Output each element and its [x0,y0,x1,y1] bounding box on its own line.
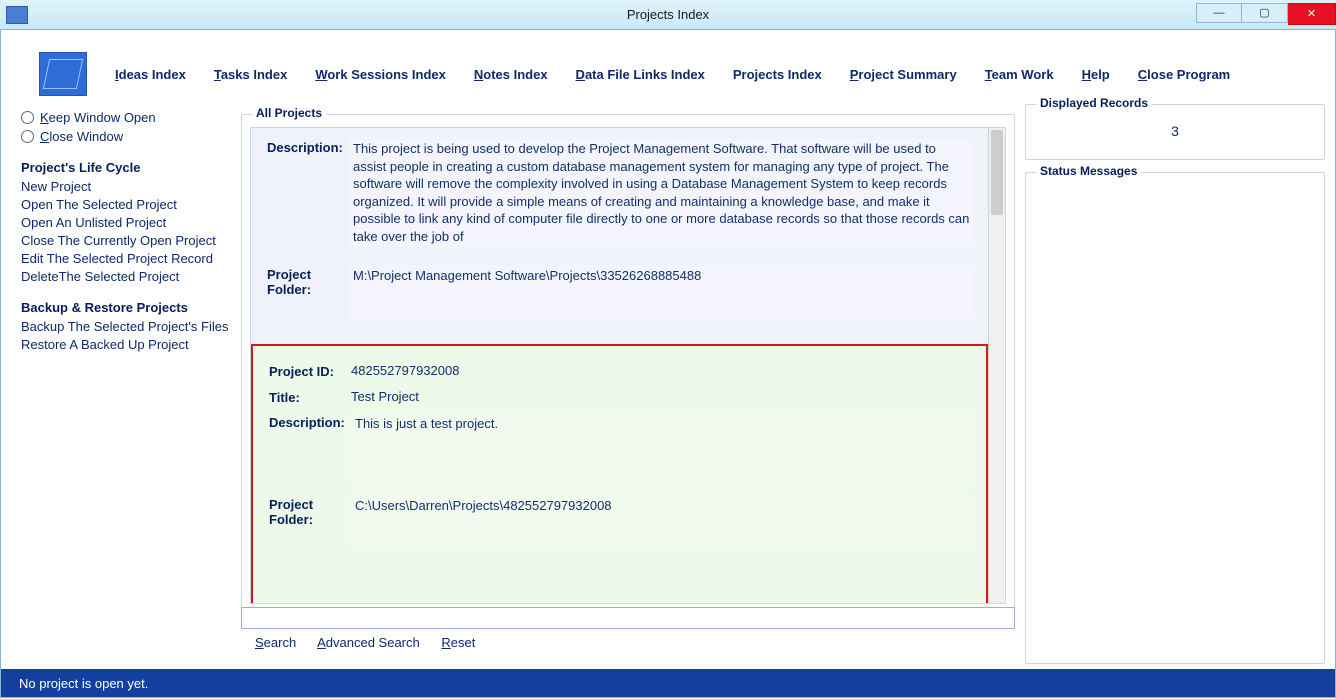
link-new-project[interactable]: New Project [21,179,231,194]
menubar: Ideas Index Tasks Index Work Sessions In… [1,30,1335,104]
maximize-button[interactable]: ▢ [1242,3,1288,23]
search-input[interactable] [241,607,1015,629]
advanced-search-link[interactable]: Advanced Search [317,635,420,650]
lifecycle-header: Project's Life Cycle [21,160,231,175]
reset-link[interactable]: Reset [441,635,475,650]
link-open-selected-project[interactable]: Open The Selected Project [21,197,231,212]
project-id: 482552797932008 [351,362,972,380]
status-messages-box: Status Messages [1025,172,1325,664]
menu-close-program[interactable]: Close Program [1138,67,1230,82]
menu-project-summary[interactable]: Project Summary [850,67,957,82]
statusbar-text: No project is open yet. [19,676,148,691]
radio-icon [21,111,34,124]
statusbar: No project is open yet. [1,669,1335,697]
project-description: This project is being used to develop th… [349,138,974,247]
link-close-open-project[interactable]: Close The Currently Open Project [21,233,231,248]
field-label-project-id: Project ID: [269,362,351,379]
scrollbar-vertical[interactable] [988,128,1005,603]
project-description: This is just a test project. [351,413,972,485]
displayed-records-legend: Displayed Records [1036,96,1152,110]
field-label-description: Description: [267,138,349,155]
menu-work-sessions-index[interactable]: Work Sessions Index [315,67,446,82]
link-open-unlisted-project[interactable]: Open An Unlisted Project [21,215,231,230]
minimize-button[interactable]: — [1196,3,1242,23]
link-delete-selected-project[interactable]: DeleteThe Selected Project [21,269,231,284]
menu-ideas-index[interactable]: Ideas Index [115,67,186,82]
radio-icon [21,130,34,143]
right-pane: Displayed Records 3 Status Messages [1025,104,1325,667]
project-card-selected[interactable]: Project ID: 482552797932008 Title: Test … [251,344,988,603]
menu-tasks-index[interactable]: Tasks Index [214,67,287,82]
menu-notes-index[interactable]: Notes Index [474,67,548,82]
window-title: Projects Index [0,7,1336,22]
menu-team-work[interactable]: Team Work [985,67,1054,82]
menu-data-file-links-index[interactable]: Data File Links Index [576,67,705,82]
field-label-folder: Project Folder: [267,265,349,297]
titlebar: Projects Index — ▢ ✕ [0,0,1336,30]
link-restore-backup[interactable]: Restore A Backed Up Project [21,337,231,352]
backup-header: Backup & Restore Projects [21,300,231,315]
sidebar: Keep Window Open Close Window Project's … [21,104,231,667]
app-icon [6,6,28,24]
all-projects-legend: All Projects [252,106,326,120]
search-area: Search Advanced Search Reset [241,607,1015,667]
displayed-records-value: 3 [1034,123,1316,139]
scrollbar-thumb[interactable] [991,130,1003,215]
radio-close-window[interactable]: Close Window [21,129,231,144]
link-edit-selected-project[interactable]: Edit The Selected Project Record [21,251,231,266]
project-card[interactable]: Description: This project is being used … [251,128,988,344]
center-pane: All Projects Description: This project i… [241,104,1015,667]
projects-scrollpane: Description: This project is being used … [250,127,1006,604]
displayed-records-box: Displayed Records 3 [1025,104,1325,160]
field-label-folder: Project Folder: [269,495,351,527]
menu-projects-index[interactable]: Projects Index [733,67,822,82]
logo-icon [39,52,87,96]
menu-help[interactable]: Help [1082,67,1110,82]
status-messages-legend: Status Messages [1036,164,1141,178]
field-label-title: Title: [269,388,351,405]
search-link[interactable]: Search [255,635,296,650]
client-area: Ideas Index Tasks Index Work Sessions In… [0,30,1336,698]
close-button[interactable]: ✕ [1288,3,1336,25]
window-controls: — ▢ ✕ [1196,5,1336,25]
project-title: Test Project [351,388,972,406]
project-folder: M:\Project Management Software\Projects\… [349,265,974,319]
field-label-description: Description: [269,413,351,430]
project-folder: C:\Users\Darren\Projects\482552797932008 [351,495,972,549]
link-backup-selected[interactable]: Backup The Selected Project's Files [21,319,231,334]
radio-keep-window-open[interactable]: Keep Window Open [21,110,231,125]
all-projects-group: All Projects Description: This project i… [241,114,1015,613]
